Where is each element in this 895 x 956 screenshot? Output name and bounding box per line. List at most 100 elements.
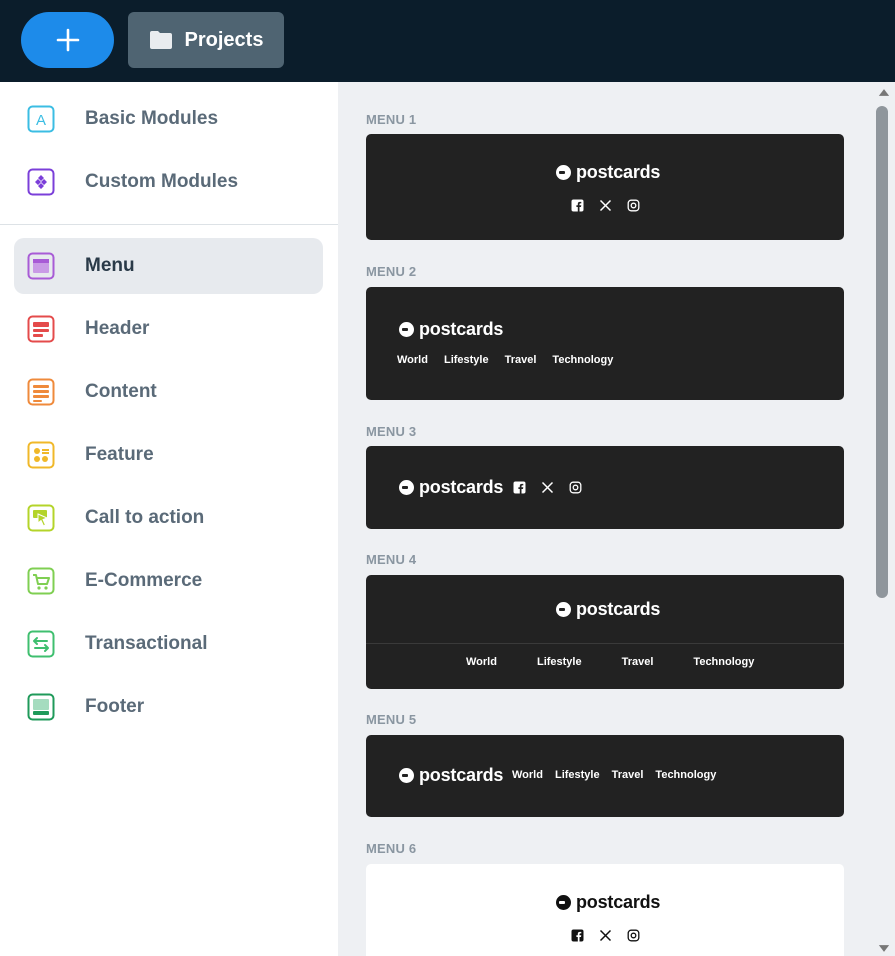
facebook-icon[interactable] [571,199,584,212]
nav-link-lifestyle[interactable]: Lifestyle [444,354,489,366]
instagram-icon[interactable] [569,481,582,494]
projects-label: Projects [184,28,264,51]
nav-link-travel[interactable]: Travel [622,656,654,668]
postcards-logo: postcards [399,319,503,340]
ecommerce-icon [27,567,55,595]
nav-link-lifestyle[interactable]: Lifestyle [537,656,582,668]
top-bar: Projects [0,0,895,82]
sidebar-item-label: Feature [85,444,154,465]
social-icons [571,929,640,942]
facebook-icon[interactable] [513,481,526,494]
nav-links: World Lifestyle Travel Technology [466,656,754,668]
postcards-logo: postcards [399,477,503,498]
x-twitter-icon[interactable] [541,481,554,494]
postcards-logo-icon [556,165,571,180]
transactional-icon [27,630,55,658]
add-button[interactable] [21,12,114,68]
nav-link-lifestyle[interactable]: Lifestyle [555,769,600,781]
nav-link-technology[interactable]: Technology [655,769,716,781]
brand-name: postcards [576,162,661,182]
sidebar-item-label: Content [85,381,157,402]
postcards-logo: postcards [556,162,660,183]
menu-1-label: MENU 1 [366,112,417,127]
instagram-icon[interactable] [627,199,640,212]
feature-icon [27,441,55,469]
nav-link-technology[interactable]: Technology [693,656,754,668]
x-twitter-icon[interactable] [599,199,612,212]
nav-links: World Lifestyle Travel Technology [397,354,613,366]
sidebar-item-call-to-action[interactable]: Call to action [14,490,323,546]
scroll-down-arrow-icon[interactable] [877,942,891,954]
footer-icon [27,693,55,721]
social-icons [513,481,582,494]
header-icon [27,315,55,343]
projects-button[interactable]: Projects [128,12,284,68]
instagram-icon[interactable] [627,929,640,942]
nav-link-world[interactable]: World [512,769,543,781]
menu-3-label: MENU 3 [366,424,417,439]
scroll-up-arrow-icon[interactable] [877,86,891,98]
sidebar-item-label: E-Commerce [85,570,203,591]
postcards-logo-icon [399,480,414,495]
menu-icon [27,252,55,280]
brand-name: postcards [576,892,661,912]
sidebar-item-custom-modules[interactable]: Custom Modules [14,154,323,210]
menu-3-card[interactable]: postcards [366,446,844,529]
facebook-icon[interactable] [571,929,584,942]
menu-2-card[interactable]: postcards World Lifestyle Travel Technol… [366,287,844,400]
svg-text:A: A [36,112,46,129]
sidebar: A Basic Modules Custom Modules Menu Head… [0,82,338,956]
menu-4-divider [366,643,844,644]
menu-6-label: MENU 6 [366,841,417,856]
menu-4-label: MENU 4 [366,552,417,567]
brand-name: postcards [576,599,661,619]
content-icon [27,378,55,406]
postcards-logo-icon [556,895,571,910]
social-icons [571,199,640,212]
menu-5-card[interactable]: postcards World Lifestyle Travel Technol… [366,735,844,817]
menu-5-label: MENU 5 [366,712,417,727]
x-twitter-icon[interactable] [599,929,612,942]
postcards-logo: postcards [399,765,503,786]
menu-2-label: MENU 2 [366,264,417,279]
brand-name: postcards [419,477,504,497]
scrollbar-thumb[interactable] [876,106,888,598]
plus-icon [56,28,79,52]
nav-link-technology[interactable]: Technology [552,354,613,366]
sidebar-item-label: Basic Modules [85,108,219,129]
nav-link-world[interactable]: World [397,354,428,366]
nav-links: World Lifestyle Travel Technology [512,769,716,781]
brand-name: postcards [419,765,504,785]
preview-scrollbar[interactable] [873,82,895,956]
postcards-logo-icon [399,322,414,337]
sidebar-item-menu[interactable]: Menu [14,238,323,294]
sidebar-divider [0,224,338,225]
nav-link-travel[interactable]: Travel [612,769,644,781]
menu-4-card[interactable]: postcards World Lifestyle Travel Technol… [366,575,844,689]
postcards-logo-icon [399,768,414,783]
sidebar-item-label: Menu [85,255,135,276]
sidebar-item-label: Transactional [85,633,208,654]
menu-preview-panel: MENU 1 postcards MENU 2 postcards World … [338,82,895,956]
basic-modules-icon: A [27,105,55,133]
sidebar-item-transactional[interactable]: Transactional [14,616,323,672]
brand-name: postcards [419,319,504,339]
postcards-logo: postcards [556,599,660,620]
sidebar-item-footer[interactable]: Footer [14,679,323,735]
custom-modules-icon [27,168,55,196]
sidebar-item-label: Call to action [85,507,205,528]
postcards-logo: postcards [556,892,660,913]
sidebar-item-label: Header [85,318,150,339]
postcards-logo-icon [556,602,571,617]
sidebar-item-basic-modules[interactable]: A Basic Modules [14,91,323,147]
sidebar-item-feature[interactable]: Feature [14,427,323,483]
menu-6-card[interactable]: postcards [366,864,844,956]
sidebar-item-content[interactable]: Content [14,364,323,420]
nav-link-world[interactable]: World [466,656,497,668]
sidebar-item-header[interactable]: Header [14,301,323,357]
nav-link-travel[interactable]: Travel [505,354,537,366]
sidebar-item-ecommerce[interactable]: E-Commerce [14,553,323,609]
menu-1-card[interactable]: postcards [366,134,844,240]
folder-icon [149,31,172,49]
call-to-action-icon [27,504,55,532]
